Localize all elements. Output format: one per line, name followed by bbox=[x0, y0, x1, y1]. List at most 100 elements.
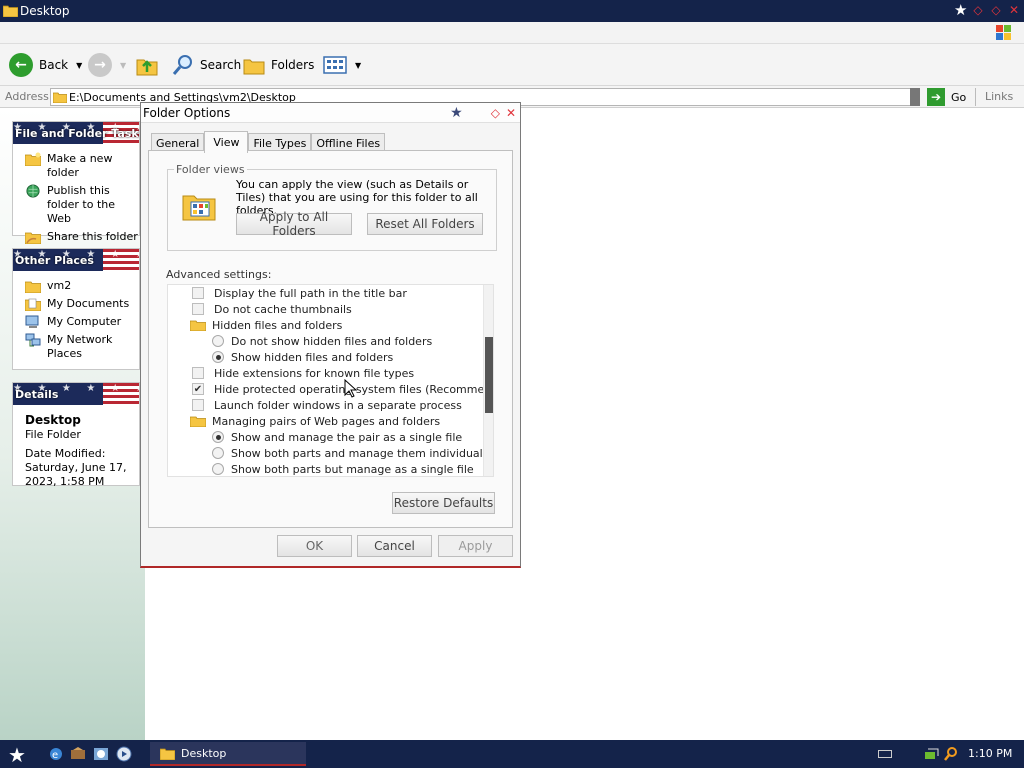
folders-button[interactable]: Folders bbox=[243, 52, 314, 78]
cancel-button[interactable]: Cancel bbox=[357, 535, 432, 557]
setting-label: Hidden files and folders bbox=[212, 318, 343, 332]
up-folder-button[interactable] bbox=[136, 52, 158, 78]
panel-header[interactable]: ★ ★ ★ ★ ★ ★ ★ Details bbox=[13, 383, 139, 405]
folder-icon bbox=[53, 92, 67, 103]
window-titlebar: Desktop ★ ◇ ◇ ✕ bbox=[0, 0, 1024, 22]
place-vm2[interactable]: vm2 bbox=[13, 277, 139, 295]
close-button[interactable]: ✕ bbox=[1008, 3, 1020, 17]
task-pane: ★ ★ ★ ★ ★ ★ ★ File and Folder Tasks Make… bbox=[0, 108, 145, 740]
links-button[interactable]: Links bbox=[985, 90, 1013, 103]
keyboard-icon[interactable] bbox=[878, 750, 892, 758]
task-publish-web[interactable]: Publish this folder to the Web bbox=[13, 182, 139, 228]
place-label: vm2 bbox=[47, 279, 72, 292]
setting-hide-protected-os-files[interactable]: ✔ Hide protected operating system files … bbox=[192, 381, 493, 397]
view-tab-page: Folder views You can apply the view (suc… bbox=[148, 150, 513, 528]
radio-button[interactable] bbox=[212, 351, 224, 363]
panel-title: Details bbox=[15, 387, 59, 401]
search-tray-icon[interactable] bbox=[943, 746, 959, 762]
windows-logo-icon bbox=[996, 25, 1011, 40]
details-modified: Date Modified: Saturday, June 17, 2023, … bbox=[25, 447, 127, 488]
views-icon bbox=[323, 56, 347, 74]
go-button[interactable]: ➔ Go bbox=[927, 88, 966, 106]
folder-icon bbox=[190, 320, 206, 331]
back-arrow-icon: ← bbox=[9, 53, 33, 77]
dialog-close-button[interactable]: ✕ bbox=[506, 106, 516, 120]
address-dropdown-button[interactable] bbox=[910, 88, 920, 106]
radio-button[interactable] bbox=[212, 463, 224, 475]
setting-label: Show both parts but manage as a single f… bbox=[231, 462, 474, 476]
setting-pair-single-file[interactable]: Show and manage the pair as a single fil… bbox=[212, 429, 462, 445]
standard-toolbar: ← Back ▼ → ▼ Search Folders ▼ bbox=[0, 44, 1024, 86]
setting-show-hidden[interactable]: Show hidden files and folders bbox=[212, 349, 393, 365]
checkbox[interactable] bbox=[192, 287, 204, 299]
globe-icon bbox=[26, 184, 40, 198]
maximize-button[interactable]: ◇ bbox=[990, 3, 1002, 17]
ok-button[interactable]: OK bbox=[277, 535, 352, 557]
panel-title: Other Places bbox=[15, 253, 94, 267]
minimize-button[interactable]: ◇ bbox=[972, 3, 984, 17]
address-label: Address bbox=[5, 90, 49, 103]
task-share-folder[interactable]: Share this folder bbox=[13, 228, 139, 246]
radio-button[interactable] bbox=[212, 335, 224, 347]
details-name: Desktop bbox=[25, 413, 81, 427]
setting-both-parts-individually[interactable]: Show both parts and manage them individu… bbox=[212, 445, 492, 461]
scrollbar-thumb[interactable] bbox=[485, 337, 493, 413]
setting-hide-extensions[interactable]: Hide extensions for known file types bbox=[192, 365, 414, 381]
folders-label: Folders bbox=[271, 58, 315, 72]
internet-explorer-icon[interactable]: e bbox=[48, 746, 64, 762]
group-legend: Folder views bbox=[174, 163, 247, 176]
folder-icon bbox=[25, 281, 41, 293]
place-my-computer[interactable]: My Computer bbox=[13, 313, 139, 331]
back-button[interactable]: ← Back ▼ bbox=[9, 52, 82, 78]
checkbox[interactable]: ✔ bbox=[192, 383, 204, 395]
folder-icon bbox=[190, 416, 206, 427]
file-folder-tasks-panel: ★ ★ ★ ★ ★ ★ ★ File and Folder Tasks Make… bbox=[12, 121, 140, 244]
go-label: Go bbox=[951, 90, 967, 104]
forward-button[interactable]: → ▼ bbox=[88, 52, 126, 78]
setting-do-not-show-hidden[interactable]: Do not show hidden files and folders bbox=[212, 333, 432, 349]
panel-header[interactable]: ★ ★ ★ ★ ★ ★ ★ Other Places bbox=[13, 249, 139, 271]
outlook-express-icon[interactable] bbox=[93, 746, 109, 762]
panel-header[interactable]: ★ ★ ★ ★ ★ ★ ★ File and Folder Tasks bbox=[13, 122, 139, 144]
media-player-icon[interactable] bbox=[116, 746, 132, 762]
views-button[interactable]: ▼ bbox=[323, 52, 361, 78]
setting-label: Hide extensions for known file types bbox=[214, 366, 415, 380]
tab-view[interactable]: View bbox=[204, 131, 249, 153]
taskbar-button-desktop[interactable]: Desktop bbox=[150, 742, 306, 766]
search-icon bbox=[172, 55, 192, 75]
search-button[interactable]: Search bbox=[172, 52, 241, 78]
setting-separate-process[interactable]: Launch folder windows in a separate proc… bbox=[192, 397, 462, 413]
network-tray-icon[interactable] bbox=[924, 746, 940, 762]
radio-button[interactable] bbox=[212, 447, 224, 459]
apply-button[interactable]: Apply bbox=[438, 535, 513, 557]
place-my-network-places[interactable]: My Network Places bbox=[13, 331, 139, 363]
setting-both-parts-single[interactable]: Show both parts but manage as a single f… bbox=[212, 461, 474, 476]
go-arrow-icon: ➔ bbox=[927, 88, 945, 106]
place-my-documents[interactable]: My Documents bbox=[13, 295, 139, 313]
quick-launch-app-icon[interactable] bbox=[70, 746, 86, 762]
task-make-new-folder[interactable]: Make a new folder bbox=[13, 150, 139, 182]
reset-all-folders-button[interactable]: Reset All Folders bbox=[367, 213, 483, 235]
apply-to-all-folders-button[interactable]: Apply to All Folders bbox=[236, 210, 352, 238]
folder-views-icon bbox=[182, 195, 216, 221]
radio-button[interactable] bbox=[212, 431, 224, 443]
setting-group-web-pairs: Managing pairs of Web pages and folders bbox=[190, 413, 440, 429]
folder-views-group: Folder views You can apply the view (suc… bbox=[167, 163, 497, 251]
setting-full-path-titlebar[interactable]: Display the full path in the title bar bbox=[192, 285, 407, 301]
vertical-scrollbar[interactable] bbox=[483, 285, 493, 476]
system-clock: 1:10 PM bbox=[968, 747, 1013, 760]
tab-strip: General View File Types Offline Files bbox=[151, 131, 386, 153]
share-folder-icon bbox=[25, 232, 41, 244]
help-button[interactable]: ◇ bbox=[491, 106, 500, 120]
checkbox[interactable] bbox=[192, 399, 204, 411]
setting-no-cache-thumbnails[interactable]: Do not cache thumbnails bbox=[192, 301, 352, 317]
advanced-settings-list[interactable]: Display the full path in the title bar D… bbox=[167, 284, 494, 477]
chevron-down-icon[interactable]: ▼ bbox=[120, 61, 126, 70]
chevron-down-icon[interactable]: ▼ bbox=[355, 61, 361, 70]
setting-label: Show and manage the pair as a single fil… bbox=[231, 430, 463, 444]
restore-defaults-button[interactable]: Restore Defaults bbox=[392, 492, 495, 514]
start-button[interactable]: ★ bbox=[8, 743, 26, 767]
checkbox[interactable] bbox=[192, 367, 204, 379]
chevron-down-icon[interactable]: ▼ bbox=[76, 61, 82, 70]
checkbox[interactable] bbox=[192, 303, 204, 315]
